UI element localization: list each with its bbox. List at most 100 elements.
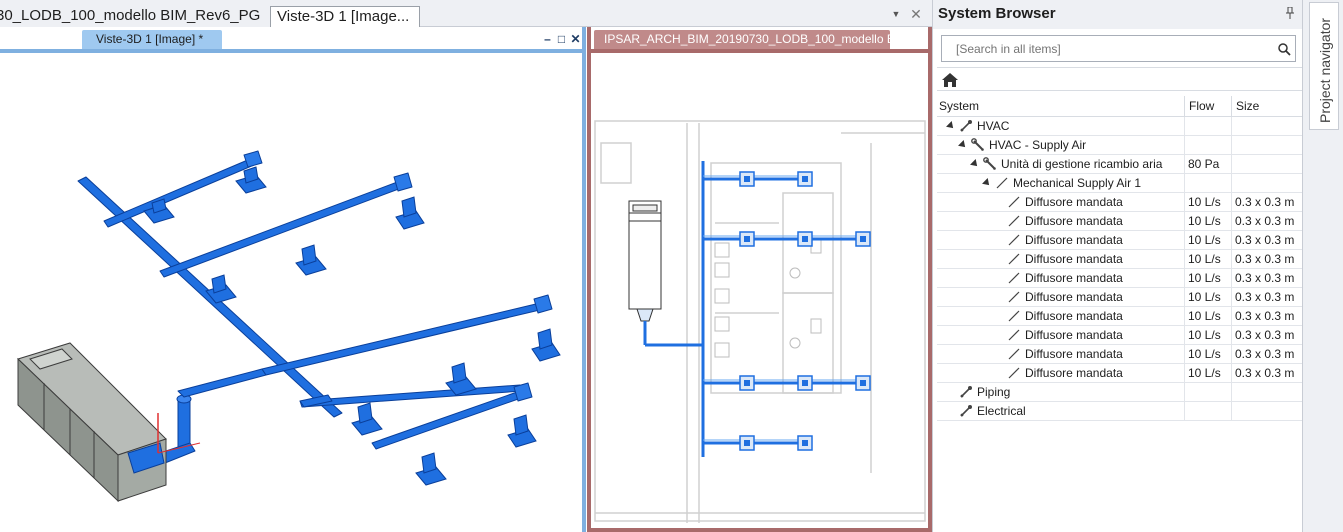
tree-cell-flow: 10 L/s (1185, 326, 1232, 344)
tree-row[interactable]: Diffusore mandata 10 L/s 0.3 x 0.3 m (937, 345, 1302, 364)
expand-toggle-icon[interactable] (958, 140, 968, 150)
tree-item-label: Diffusore mandata (1025, 309, 1123, 323)
tree-row[interactable]: Electrical (937, 402, 1302, 421)
tree-row[interactable]: Diffusore mandata 10 L/s 0.3 x 0.3 m (937, 326, 1302, 345)
tree-item-label: Electrical (977, 404, 1026, 418)
tree-cell-system: Diffusore mandata (937, 269, 1185, 287)
tree-cell-system: Diffusore mandata (937, 288, 1185, 306)
tab-model-rev6[interactable]: 30_LODB_100_modello BIM_Rev6_PG (0, 6, 272, 27)
system-icon (959, 119, 973, 133)
tree-cell-flow: 80 Pa (1185, 155, 1232, 173)
tree-cell-flow: 10 L/s (1185, 288, 1232, 306)
tree-cell-system: Diffusore mandata (937, 307, 1185, 325)
tree-cell-size (1232, 136, 1302, 154)
tree-cell-flow (1185, 117, 1232, 135)
system-browser-header: System Browser (933, 0, 1302, 29)
tree-cell-flow (1185, 402, 1232, 420)
tree-cell-system: Electrical (937, 402, 1185, 420)
tree-item-label: HVAC - Supply Air (989, 138, 1087, 152)
tree-cell-flow (1185, 136, 1232, 154)
tree-cell-size (1232, 155, 1302, 173)
tree-row[interactable]: Diffusore mandata 10 L/s 0.3 x 0.3 m (937, 231, 1302, 250)
tree-cell-flow: 10 L/s (1185, 307, 1232, 325)
tree-cell-flow: 10 L/s (1185, 269, 1232, 287)
tree-cell-size: 0.3 x 0.3 m (1235, 347, 1295, 361)
minimize-icon[interactable]: – (541, 32, 554, 46)
side-tab-bar: Project navigator (1302, 0, 1343, 532)
tree-cell-size: 0.3 x 0.3 m (1235, 252, 1295, 266)
tree-cell-flow: 10 L/s (1185, 250, 1232, 268)
wrench-icon (971, 138, 985, 152)
system-icon (959, 404, 973, 418)
tree-row[interactable]: Diffusore mandata 10 L/s 0.3 x 0.3 m (937, 212, 1302, 231)
tree-row[interactable]: Unità di gestione ricambio aria 80 Pa (937, 155, 1302, 174)
duct-run-icon (1007, 366, 1021, 380)
tree-item-label: HVAC (977, 119, 1010, 133)
tree-cell-flow: 10 L/s (1185, 364, 1232, 382)
tree-cell-system: Diffusore mandata (937, 364, 1185, 382)
expand-toggle-icon[interactable] (946, 121, 956, 131)
project-navigator-tab[interactable]: Project navigator (1309, 2, 1339, 130)
maximize-icon[interactable]: □ (555, 32, 568, 46)
tree-cell-system: Diffusore mandata (937, 212, 1185, 230)
tree-cell-flow: 10 L/s (1185, 193, 1232, 211)
column-header-flow[interactable]: Flow (1185, 96, 1232, 117)
floor-plan-drawing[interactable] (591, 53, 928, 532)
tab-list-dropdown-icon[interactable]: ▼ (889, 7, 903, 21)
tree-item-label: Diffusore mandata (1025, 347, 1123, 361)
duct-run-icon (1007, 214, 1021, 228)
tree-row[interactable]: Diffusore mandata 10 L/s 0.3 x 0.3 m (937, 288, 1302, 307)
column-header-size[interactable]: Size (1232, 96, 1302, 117)
duct-run-icon (1007, 252, 1021, 266)
close-view-icon[interactable]: ✕ (569, 32, 582, 46)
tree-row[interactable]: Diffusore mandata 10 L/s 0.3 x 0.3 m (937, 250, 1302, 269)
tree-item-label: Diffusore mandata (1025, 233, 1123, 247)
tree-cell-size: 0.3 x 0.3 m (1235, 366, 1295, 380)
close-document-icon[interactable]: ✕ (909, 7, 923, 21)
expand-toggle-icon[interactable] (982, 178, 992, 188)
tree-cell-size: 0.3 x 0.3 m (1235, 328, 1295, 342)
tree-cell-size: 0.3 x 0.3 m (1235, 195, 1295, 209)
tree-cell-system: Piping (937, 383, 1185, 401)
tree-item-label: Diffusore mandata (1025, 195, 1123, 209)
system-browser-panel: System Browser System Flow Size HVAC HVAC… (932, 0, 1302, 532)
tree-row[interactable]: HVAC (937, 117, 1302, 136)
tree-row[interactable]: Piping (937, 383, 1302, 402)
tree-cell-system: Mechanical Supply Air 1 (937, 174, 1185, 192)
column-header-system[interactable]: System (937, 96, 1185, 117)
tree-cell-size (1232, 383, 1302, 401)
viewport-plan-title[interactable]: IPSAR_ARCH_BIM_20190730_LODB_100_modello… (594, 30, 890, 49)
tab-viste-3d[interactable]: Viste-3D 1 [Image... (270, 6, 420, 27)
tree-cell-size (1232, 117, 1302, 135)
tree-cell-size (1232, 174, 1302, 192)
tree-row[interactable]: Diffusore mandata 10 L/s 0.3 x 0.3 m (937, 193, 1302, 212)
breadcrumb-bar (937, 67, 1302, 91)
viewport-plan[interactable]: IPSAR_ARCH_BIM_20190730_LODB_100_modello… (587, 27, 932, 532)
tree-item-label: Diffusore mandata (1025, 214, 1123, 228)
tree-cell-size: 0.3 x 0.3 m (1235, 233, 1295, 247)
tree-row[interactable]: Mechanical Supply Air 1 (937, 174, 1302, 193)
document-tab-strip: 30_LODB_100_modello BIM_Rev6_PG Viste-3D… (0, 0, 932, 27)
search-input[interactable] (942, 36, 1262, 61)
tree-row[interactable]: HVAC - Supply Air (937, 136, 1302, 155)
pin-icon[interactable] (1285, 6, 1295, 22)
home-icon[interactable] (941, 71, 959, 88)
search-box[interactable] (941, 35, 1296, 62)
viewport-3d-title[interactable]: Viste-3D 1 [Image] * (82, 30, 222, 49)
tree-cell-system: HVAC (937, 117, 1185, 135)
tree-cell-system: Diffusore mandata (937, 326, 1185, 344)
duct-run-icon (1007, 309, 1021, 323)
viewport-3d[interactable]: Viste-3D 1 [Image] * – □ ✕ (0, 27, 586, 532)
duct-run-icon (1007, 195, 1021, 209)
system-browser-title: System Browser (938, 5, 1056, 22)
duct-run-icon (1007, 328, 1021, 342)
tree-row[interactable]: Diffusore mandata 10 L/s 0.3 x 0.3 m (937, 269, 1302, 288)
wrench-icon (983, 157, 997, 171)
duct-network-3d-model[interactable] (0, 53, 582, 532)
tree-row[interactable]: Diffusore mandata 10 L/s 0.3 x 0.3 m (937, 364, 1302, 383)
tree-cell-system: Unità di gestione ricambio aria (937, 155, 1185, 173)
tree-row[interactable]: Diffusore mandata 10 L/s 0.3 x 0.3 m (937, 307, 1302, 326)
tree-item-label: Mechanical Supply Air 1 (1013, 176, 1142, 190)
expand-toggle-icon[interactable] (970, 159, 980, 169)
search-icon[interactable] (1277, 42, 1291, 56)
